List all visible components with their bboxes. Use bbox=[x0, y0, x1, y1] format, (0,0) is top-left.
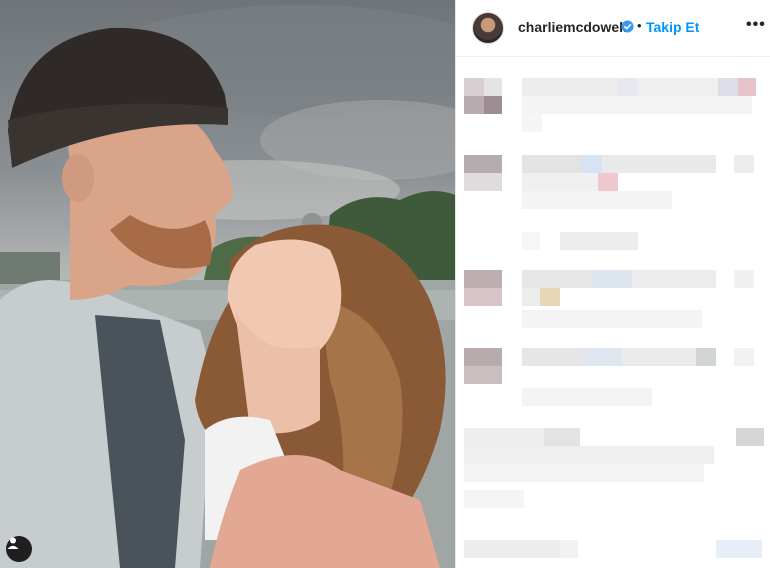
pixelated-comments bbox=[456, 60, 770, 568]
post-header: charliemcdowell • Takip Et ••• bbox=[456, 0, 770, 57]
photo-illustration bbox=[0, 5, 455, 568]
verified-badge-icon bbox=[621, 20, 634, 33]
avatar[interactable] bbox=[472, 12, 504, 44]
post-photo[interactable] bbox=[0, 0, 455, 568]
username-link[interactable]: charliemcdowell bbox=[518, 19, 627, 35]
more-options-icon[interactable]: ••• bbox=[746, 16, 766, 34]
person-icon bbox=[7, 537, 19, 549]
follow-button[interactable]: Takip Et bbox=[646, 19, 699, 35]
post-side-panel: charliemcdowell • Takip Et ••• bbox=[456, 0, 770, 568]
separator-dot: • bbox=[637, 18, 642, 33]
user-tag-icon[interactable] bbox=[6, 536, 32, 562]
